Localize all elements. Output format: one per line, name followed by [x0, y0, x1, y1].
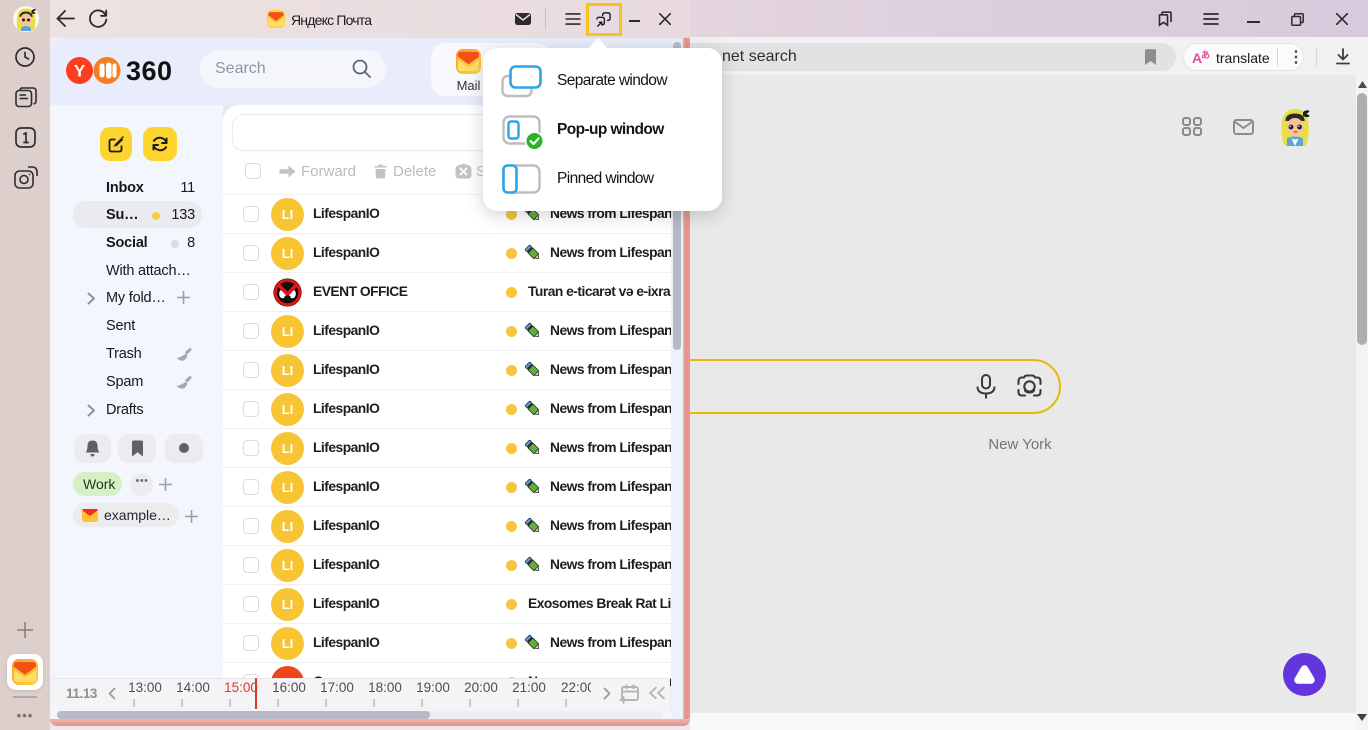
svg-text:あ: あ — [1201, 50, 1210, 60]
svg-text:Y: Y — [74, 62, 86, 81]
